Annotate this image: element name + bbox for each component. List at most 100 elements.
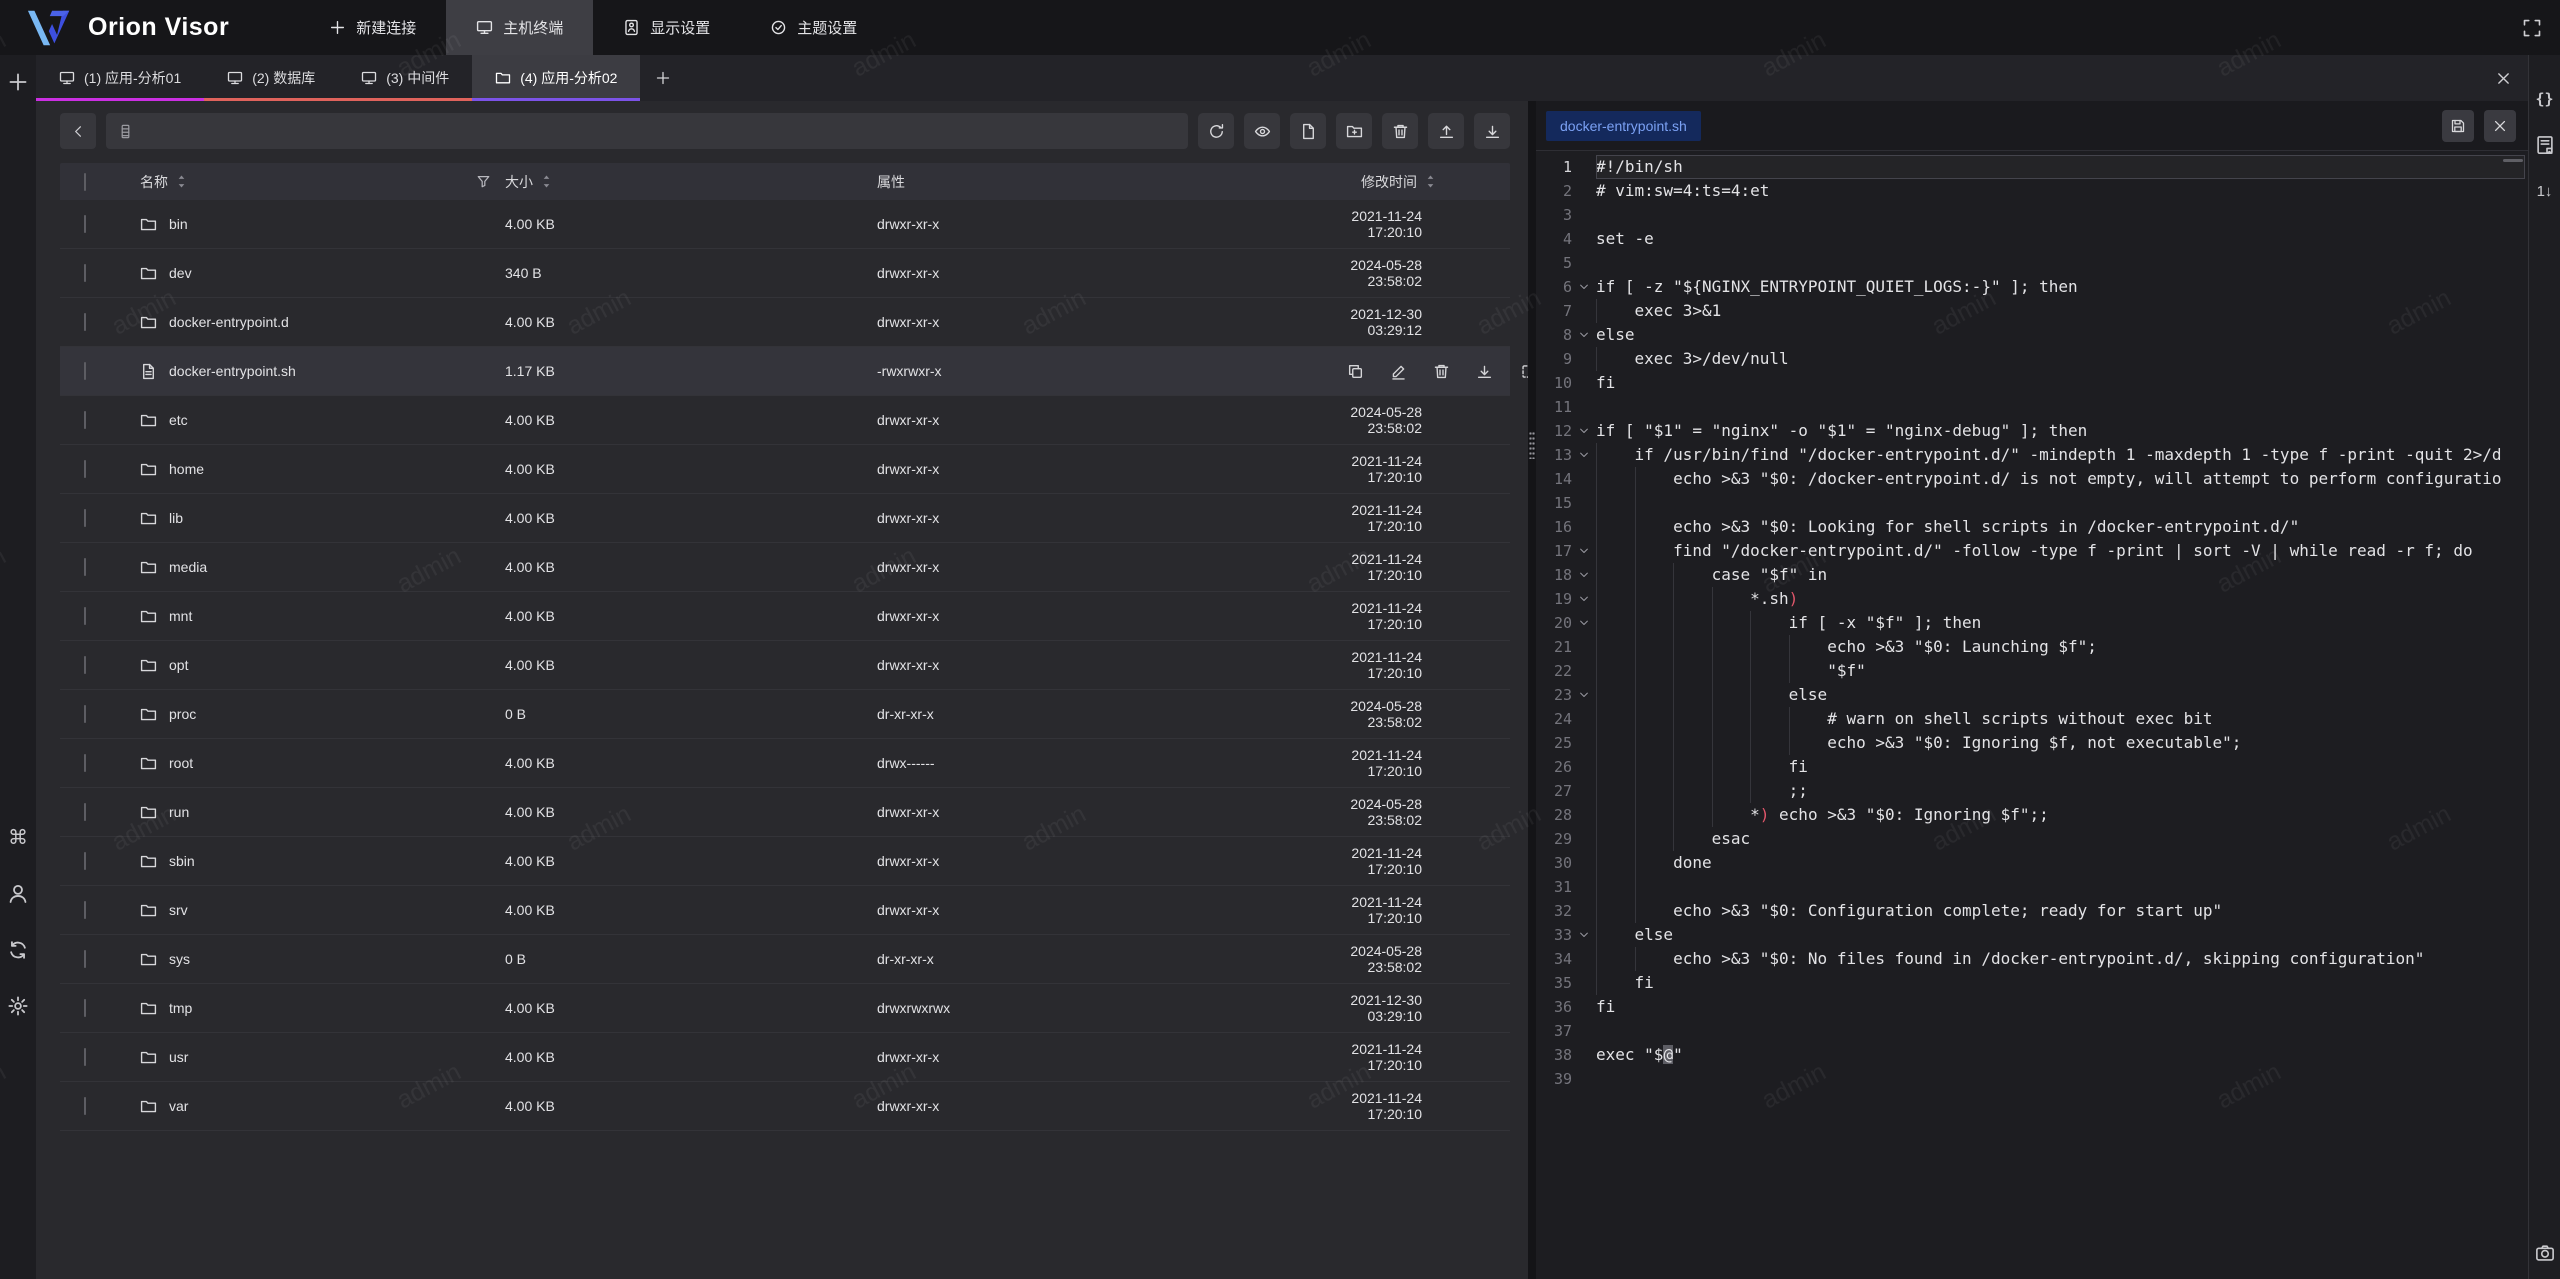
download-button[interactable]: [1474, 113, 1510, 149]
upload-button[interactable]: [1428, 113, 1464, 149]
menu-item-3[interactable]: 主题设置: [740, 0, 887, 55]
file-row-proc[interactable]: proc0 Bdr-xr-xr-x2024-05-28 23:58:02: [60, 690, 1510, 739]
file-row-run[interactable]: run4.00 KBdrwxr-xr-x2024-05-28 23:58:02: [60, 788, 1510, 837]
row-checkbox[interactable]: [84, 999, 86, 1017]
fold-chevron-down-icon[interactable]: [1572, 587, 1596, 611]
file-row-home[interactable]: home4.00 KBdrwxr-xr-x2021-11-24 17:20:10: [60, 445, 1510, 494]
new-file-button[interactable]: [1290, 113, 1326, 149]
path-input[interactable]: [141, 123, 1176, 139]
sidebar-plus-icon[interactable]: [7, 71, 29, 93]
fullscreen-icon[interactable]: [2522, 18, 2542, 38]
rightbar-camera-icon[interactable]: [2535, 1243, 2555, 1263]
terminal-tab-4[interactable]: (4) 应用-分析02: [472, 55, 640, 101]
terminal-tab-1[interactable]: (1) 应用-分析01: [36, 55, 204, 101]
code-line-20: 20 if [ -x "$f" ]; then: [1536, 611, 2528, 635]
column-size-label: 大小: [505, 172, 533, 192]
rightbar-braces-icon[interactable]: {}: [2535, 89, 2555, 109]
filter-icon[interactable]: [476, 174, 491, 189]
sort-mtime-icon[interactable]: [1423, 174, 1438, 189]
file-row-media[interactable]: media4.00 KBdrwxr-xr-x2021-11-24 17:20:1…: [60, 543, 1510, 592]
fold-gutter: [1572, 395, 1596, 419]
fold-chevron-down-icon[interactable]: [1572, 563, 1596, 587]
row-checkbox[interactable]: [84, 901, 86, 919]
file-row-var[interactable]: var4.00 KBdrwxr-xr-x2021-11-24 17:20:10: [60, 1082, 1510, 1131]
row-action-trash-icon[interactable]: [1433, 363, 1450, 380]
sidebar-gear-icon[interactable]: [7, 995, 29, 1017]
file-row-mnt[interactable]: mnt4.00 KBdrwxr-xr-x2021-11-24 17:20:10: [60, 592, 1510, 641]
file-row-opt[interactable]: opt4.00 KBdrwxr-xr-x2021-11-24 17:20:10: [60, 641, 1510, 690]
trash-button[interactable]: [1382, 113, 1418, 149]
select-all-checkbox[interactable]: [84, 173, 86, 191]
row-action-edit-icon[interactable]: [1390, 363, 1407, 380]
fold-chevron-down-icon[interactable]: [1572, 539, 1596, 563]
row-action-download-icon[interactable]: [1476, 363, 1493, 380]
file-name-cell: docker-entrypoint.d: [140, 314, 505, 331]
row-checkbox[interactable]: [84, 264, 86, 282]
menu-item-1[interactable]: 主机终端: [446, 0, 593, 55]
fold-chevron-down-icon[interactable]: [1572, 443, 1596, 467]
fold-chevron-down-icon[interactable]: [1572, 419, 1596, 443]
row-checkbox[interactable]: [84, 460, 86, 478]
row-checkbox[interactable]: [84, 509, 86, 527]
fold-chevron-down-icon[interactable]: [1572, 923, 1596, 947]
row-checkbox[interactable]: [84, 215, 86, 233]
row-checkbox[interactable]: [84, 950, 86, 968]
new-folder-button[interactable]: [1336, 113, 1372, 149]
row-checkbox[interactable]: [84, 362, 86, 380]
file-row-bin[interactable]: bin4.00 KBdrwxr-xr-x2021-11-24 17:20:10: [60, 200, 1510, 249]
row-action-copy-icon[interactable]: [1347, 363, 1364, 380]
row-checkbox[interactable]: [84, 558, 86, 576]
sort-size-icon[interactable]: [539, 174, 554, 189]
sidebar-sync-icon[interactable]: [7, 939, 29, 961]
fold-chevron-down-icon[interactable]: [1572, 323, 1596, 347]
save-button[interactable]: [2442, 110, 2474, 142]
path-input-box[interactable]: [106, 113, 1188, 149]
row-checkbox[interactable]: [84, 754, 86, 772]
back-button[interactable]: [60, 113, 96, 149]
menu-item-2[interactable]: 显示设置: [593, 0, 740, 55]
sidebar-user-icon[interactable]: [7, 883, 29, 905]
row-checkbox[interactable]: [84, 852, 86, 870]
file-row-usr[interactable]: usr4.00 KBdrwxr-xr-x2021-11-24 17:20:10: [60, 1033, 1510, 1082]
menu-item-0[interactable]: 新建连接: [299, 0, 446, 55]
file-row-root[interactable]: root4.00 KBdrwx------2021-11-24 17:20:10: [60, 739, 1510, 788]
panel-divider[interactable]: [1528, 101, 1536, 1279]
close-panel-icon[interactable]: [2495, 70, 2512, 87]
code-text: if [ -z "${NGINX_ENTRYPOINT_QUIET_LOGS:-…: [1596, 275, 2528, 299]
sort-name-icon[interactable]: [174, 174, 189, 189]
refresh-button[interactable]: [1198, 113, 1234, 149]
sidebar-command-icon[interactable]: ⌘: [7, 827, 29, 849]
editor-file-tab[interactable]: docker-entrypoint.sh: [1546, 111, 1701, 141]
file-row-docker-entrypoint.d[interactable]: docker-entrypoint.d4.00 KBdrwxr-xr-x2021…: [60, 298, 1510, 347]
row-checkbox[interactable]: [84, 607, 86, 625]
row-checkbox[interactable]: [84, 656, 86, 674]
code-editor[interactable]: 1#!/bin/sh2# vim:sw=4:ts=4:et34set -e56i…: [1536, 151, 2528, 1279]
row-checkbox[interactable]: [84, 705, 86, 723]
row-checkbox[interactable]: [84, 313, 86, 331]
terminal-tab-2[interactable]: (2) 数据库: [204, 55, 338, 101]
fold-chevron-down-icon[interactable]: [1572, 275, 1596, 299]
code-line-1: 1#!/bin/sh: [1536, 155, 2528, 179]
terminal-tab-3[interactable]: (3) 中间件: [338, 55, 472, 101]
eye-button[interactable]: [1244, 113, 1280, 149]
new-tab-button[interactable]: [640, 55, 686, 101]
row-checkbox[interactable]: [84, 411, 86, 429]
file-row-srv[interactable]: srv4.00 KBdrwxr-xr-x2021-11-24 17:20:10: [60, 886, 1510, 935]
rightbar-doc-bookmark-icon[interactable]: [2535, 135, 2555, 155]
file-row-sys[interactable]: sys0 Bdr-xr-xr-x2024-05-28 23:58:02: [60, 935, 1510, 984]
row-checkbox[interactable]: [84, 803, 86, 821]
code-line-36: 36fi: [1536, 995, 2528, 1019]
fold-chevron-down-icon[interactable]: [1572, 611, 1596, 635]
rightbar-sort-1down-icon[interactable]: 1↓: [2535, 181, 2555, 201]
divider-drag-handle-icon[interactable]: [1529, 431, 1535, 459]
file-row-lib[interactable]: lib4.00 KBdrwxr-xr-x2021-11-24 17:20:10: [60, 494, 1510, 543]
file-row-sbin[interactable]: sbin4.00 KBdrwxr-xr-x2021-11-24 17:20:10: [60, 837, 1510, 886]
close-editor-button[interactable]: [2484, 110, 2516, 142]
file-row-docker-entrypoint.sh[interactable]: docker-entrypoint.sh1.17 KB-rwxrwxr-x: [60, 347, 1510, 396]
file-row-dev[interactable]: dev340 Bdrwxr-xr-x2024-05-28 23:58:02: [60, 249, 1510, 298]
file-row-etc[interactable]: etc4.00 KBdrwxr-xr-x2024-05-28 23:58:02: [60, 396, 1510, 445]
file-row-tmp[interactable]: tmp4.00 KBdrwxrwxrwx2021-12-30 03:29:10: [60, 984, 1510, 1033]
row-checkbox[interactable]: [84, 1048, 86, 1066]
fold-chevron-down-icon[interactable]: [1572, 683, 1596, 707]
row-checkbox[interactable]: [84, 1097, 86, 1115]
